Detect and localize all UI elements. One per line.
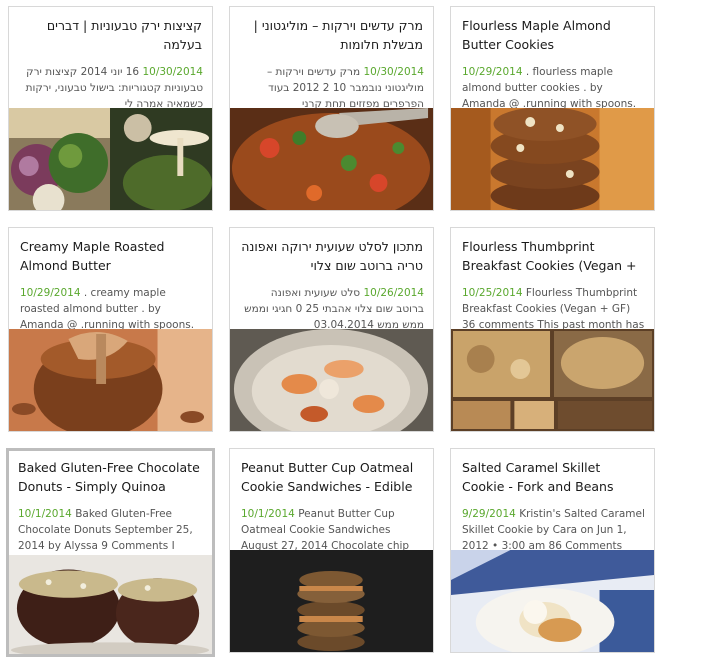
- card-snippet: 10/29/2014 . flourless maple almond butt…: [462, 64, 645, 112]
- bookmark-card[interactable]: Salted Caramel Skillet Cookie - Fork and…: [450, 448, 655, 653]
- card-date: 10/30/2014: [142, 66, 203, 78]
- card-title: קציצות ירק טבעוניות | דברים בעלמה: [46, 18, 202, 52]
- lentil-soup-photo: [230, 108, 433, 210]
- card-snippet: 10/1/2014 Baked Gluten-Free Chocolate Do…: [18, 506, 203, 554]
- bookmark-card[interactable]: מתכון לסלט שעועית ירוקה ואפונה טריה ברוט…: [229, 227, 434, 432]
- caramel-skillet-cookie-photo: [451, 550, 654, 652]
- card-title: מרק עדשים וירקות – מוליגטוני | מבשלת חלו…: [253, 18, 423, 52]
- card-date: 10/1/2014: [241, 508, 295, 520]
- card-snippet: 10/1/2014 Peanut Butter Cup Oatmeal Cook…: [241, 506, 424, 554]
- card-title: Salted Caramel Skillet Cookie - Fork and…: [462, 460, 614, 494]
- card-date: 10/25/2014: [462, 287, 523, 299]
- bookmark-card[interactable]: Creamy Maple Roasted Almond Butter 10/29…: [8, 227, 213, 432]
- bookmark-card[interactable]: מרק עדשים וירקות – מוליגטוני | מבשלת חלו…: [229, 6, 434, 211]
- card-date: 9/29/2014: [462, 508, 516, 520]
- card-snippet: 10/25/2014 Flourless Thumbprint Breakfas…: [462, 285, 645, 333]
- card-title: Peanut Butter Cup Oatmeal Cookie Sandwic…: [241, 460, 414, 494]
- card-date: 10/29/2014: [20, 287, 81, 299]
- chocolate-donut-photo: [9, 555, 212, 654]
- card-title: Baked Gluten-Free Chocolate Donuts - Sim…: [18, 460, 200, 494]
- cookie-sandwich-stack-photo: [230, 550, 433, 652]
- card-snippet: 9/29/2014 Kristin's Salted Caramel Skill…: [462, 506, 645, 554]
- roasted-garlic-bowl-photo: [230, 329, 433, 431]
- card-title: Flourless Maple Almond Butter Cookies: [462, 18, 611, 52]
- card-date: 10/30/2014: [363, 66, 424, 78]
- card-date: 10/1/2014: [18, 508, 72, 520]
- bookmark-card[interactable]: Flourless Maple Almond Butter Cookies 10…: [450, 6, 655, 211]
- card-date: 10/26/2014: [363, 287, 424, 299]
- bookmark-card[interactable]: Flourless Thumbprint Breakfast Cookies (…: [450, 227, 655, 432]
- ingredients-and-tahini-photo: [9, 108, 212, 210]
- card-title: Flourless Thumbprint Breakfast Cookies (…: [462, 239, 637, 273]
- card-snippet: 10/30/2014 16 יוני 2014 קציצות ירק טבעונ…: [20, 64, 203, 112]
- oat-ingredients-collage-photo: [451, 329, 654, 431]
- card-snippet: 10/29/2014 . creamy maple roasted almond…: [20, 285, 203, 333]
- cookie-stack-photo: [451, 108, 654, 210]
- bookmark-card[interactable]: קציצות ירק טבעוניות | דברים בעלמה 10/30/…: [8, 6, 213, 211]
- bookmark-card[interactable]: Peanut Butter Cup Oatmeal Cookie Sandwic…: [229, 448, 434, 653]
- card-title: Creamy Maple Roasted Almond Butter: [20, 239, 165, 273]
- almond-butter-jar-photo: [9, 329, 212, 431]
- card-snippet: 10/30/2014 מרק עדשים וירקות – מוליגטוני …: [241, 64, 424, 112]
- card-title: מתכון לסלט שעועית ירוקה ואפונה טריה ברוט…: [241, 239, 423, 273]
- bookmark-card[interactable]: Baked Gluten-Free Chocolate Donuts - Sim…: [6, 448, 215, 657]
- card-snippet: 10/26/2014 סלט שעועית ואפונה ברוטב שום צ…: [241, 285, 424, 333]
- card-date: 10/29/2014: [462, 66, 523, 78]
